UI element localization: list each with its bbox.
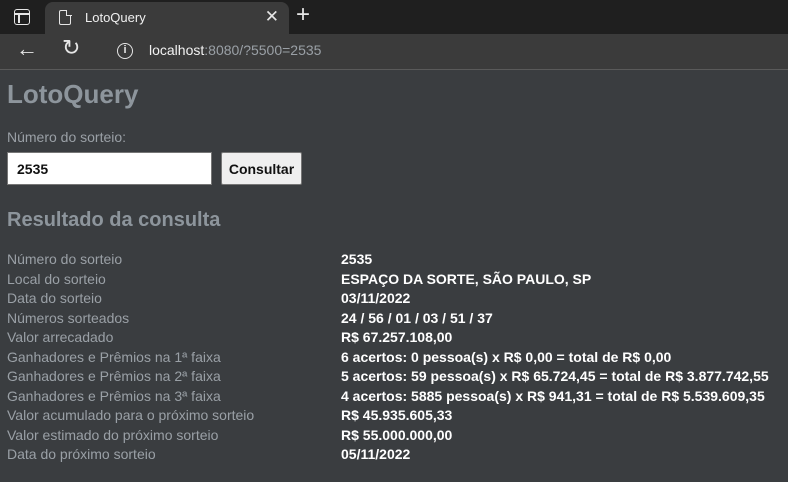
- close-icon[interactable]: ✕: [265, 8, 279, 25]
- result-label: Local do sorteio: [7, 270, 106, 287]
- result-label: Data do sorteio: [7, 290, 102, 306]
- result-value: 5 acertos: 59 pessoa(s) x R$ 65.724,45 =…: [341, 368, 769, 384]
- tab-title: LotoQuery: [85, 10, 146, 25]
- result-row: Local do sorteio ESPAÇO DA SORTE, SÃO PAU…: [7, 270, 782, 290]
- result-row: Data do sorteio 03/11/2022: [7, 289, 782, 309]
- window-menu-icon[interactable]: [14, 9, 30, 25]
- result-row: Valor arrecadado R$ 67.257.108,00: [7, 328, 782, 348]
- result-value: R$ 45.935.605,33: [341, 407, 453, 423]
- url-path: :8080/?5500=2535: [204, 42, 322, 58]
- result-row: Ganhadores e Prêmios na 2ª faixa 5 acerto…: [7, 367, 782, 387]
- result-value: R$ 67.257.108,00: [341, 329, 453, 345]
- result-value: 03/11/2022: [341, 290, 411, 306]
- new-tab-icon[interactable]: +: [296, 3, 310, 27]
- page-title: LotoQuery: [7, 79, 139, 109]
- result-value: 6 acertos: 0 pessoa(s) x R$ 0,00 = total…: [341, 348, 672, 365]
- browser-tab-bar: LotoQuery ✕ +: [0, 0, 788, 34]
- result-label: Ganhadores e Prêmios na 2ª faixa: [7, 368, 221, 384]
- submit-button[interactable]: Consultar: [221, 152, 302, 185]
- result-value: R$ 55.000.000,00: [341, 426, 453, 443]
- result-value: 05/11/2022: [341, 446, 411, 462]
- result-label: Números sorteados: [7, 309, 130, 326]
- address-bar[interactable]: localhost:8080/?5500=2535: [149, 42, 321, 58]
- draw-number-label: Número do sorteio:: [7, 129, 127, 145]
- results-heading: Resultado da consulta: [7, 209, 221, 231]
- info-icon[interactable]: i: [117, 43, 133, 59]
- result-row: Ganhadores e Prêmios na 1ª faixa 6 acerto…: [7, 348, 782, 368]
- result-row: Valor estimado do próximo sorteio R$ 55.0…: [7, 426, 782, 446]
- back-arrow-icon[interactable]: ←: [16, 38, 38, 60]
- result-value: 4 acertos: 5885 pessoa(s) x R$ 941,31 = …: [341, 387, 765, 404]
- result-label: Valor acumulado para o próximo sorteio: [7, 407, 255, 423]
- result-label: Valor arrecadado: [7, 329, 114, 345]
- browser-toolbar: ← ↻ i localhost:8080/?5500=2535: [0, 34, 788, 70]
- result-label: Ganhadores e Prêmios na 3ª faixa: [7, 387, 221, 404]
- result-label: Valor estimado do próximo sorteio: [7, 426, 219, 443]
- result-label: Data do próximo sorteio: [7, 446, 156, 462]
- result-row: Números sorteados 24 / 56 / 01 / 03 / 51 …: [7, 309, 782, 329]
- result-value: 2535: [341, 251, 373, 267]
- page-icon: [59, 9, 72, 25]
- results-list: Número do sorteio 2535 Local do sorteio ES…: [7, 250, 782, 465]
- result-label: Número do sorteio: [7, 251, 123, 267]
- result-value: ESPAÇO DA SORTE, SÃO PAULO, SP: [341, 270, 592, 287]
- reload-icon[interactable]: ↻: [62, 37, 80, 59]
- result-value: 24 / 56 / 01 / 03 / 51 / 37: [341, 309, 493, 326]
- url-host: localhost: [149, 42, 205, 58]
- result-row: Número do sorteio 2535: [7, 250, 782, 270]
- result-row: Ganhadores e Prêmios na 3ª faixa 4 acerto…: [7, 387, 782, 407]
- result-row: Data do próximo sorteio 05/11/2022: [7, 445, 782, 465]
- draw-number-input[interactable]: [7, 152, 212, 185]
- page-content: LotoQuery Número do sorteio: Consultar R…: [0, 71, 788, 482]
- browser-tab[interactable]: LotoQuery ✕: [45, 2, 289, 34]
- result-row: Valor acumulado para o próximo sorteio R$…: [7, 406, 782, 426]
- result-label: Ganhadores e Prêmios na 1ª faixa: [7, 348, 221, 365]
